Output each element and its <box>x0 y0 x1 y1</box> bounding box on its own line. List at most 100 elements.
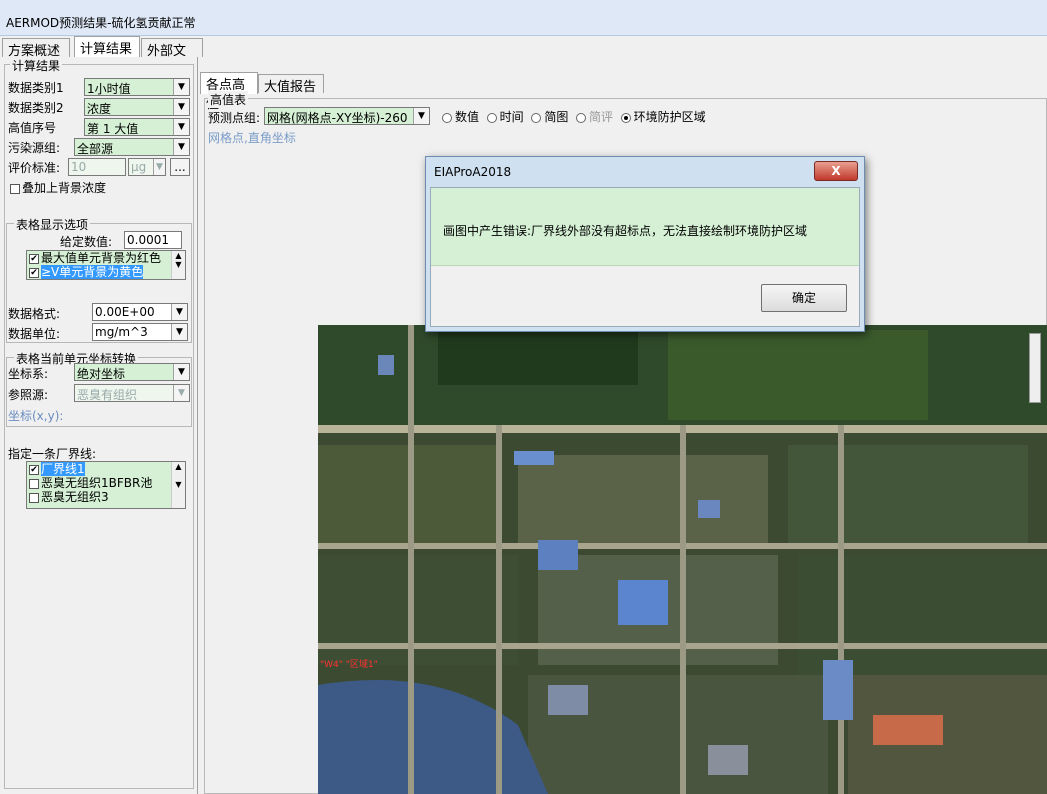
checkbox-checked-icon: ✔ <box>29 253 39 264</box>
radio-icon <box>486 112 497 123</box>
list-scrollbar[interactable]: ▲ ▼ <box>171 462 185 508</box>
data-category2-value: 浓度 <box>87 102 112 116</box>
eval-standard-value: 10 <box>71 160 87 174</box>
chevron-down-icon: ▼ <box>173 364 189 380</box>
checkbox-icon <box>29 478 39 489</box>
grid-subtitle: 网格点,直角坐标 <box>208 131 296 145</box>
data-format-value: 0.00E+00 <box>95 305 155 319</box>
satellite-map[interactable]: "W4" "区域1" <box>318 325 1047 794</box>
data-category1-value: 1小时值 <box>87 82 131 96</box>
chevron-down-icon: ▼ <box>173 385 189 401</box>
prediction-group-label: 预测点组: <box>208 111 261 125</box>
coord-xy-label: 坐标(x,y): <box>8 409 64 423</box>
color-options-list[interactable]: ✔ 最大值单元背景为红色 ✔ ≥V单元背景为黄色 ▲ ▼ <box>26 250 186 280</box>
tab-overview[interactable]: 方案概述 <box>2 38 70 59</box>
map-label: "W4" "区域1" <box>320 658 378 670</box>
dialog-message-area: 画图中产生错误:厂界线外部没有超标点，无法直接绘制环境防护区域 <box>431 188 859 266</box>
chevron-down-icon: ▼ <box>173 79 189 95</box>
dialog-titlebar: EIAProA2018 X <box>426 157 864 187</box>
checkbox-icon <box>10 183 20 194</box>
eval-more-label: ... <box>174 160 186 174</box>
chevron-down-icon: ▼ <box>171 324 187 340</box>
chevron-down-icon: ▼ <box>413 108 429 124</box>
close-button[interactable]: X <box>814 161 858 181</box>
high-table-title: 高值表 <box>208 91 249 108</box>
checkbox-checked-icon: ✔ <box>29 464 39 475</box>
given-value-input[interactable]: 0.0001 <box>124 231 182 249</box>
error-dialog: EIAProA2018 X 画图中产生错误:厂界线外部没有超标点，无法直接绘制环… <box>425 156 865 332</box>
eval-unit-value: μg <box>131 160 147 174</box>
chevron-down-icon: ▼ <box>173 99 189 115</box>
data-category2-select[interactable]: 浓度 ▼ <box>84 98 190 116</box>
list-item[interactable]: ✔ 最大值单元背景为红色 <box>27 251 185 265</box>
ref-source-value: 恶臭有组织 <box>77 388 138 402</box>
data-format-select[interactable]: 0.00E+00 ▼ <box>92 303 188 321</box>
given-value-text: 0.0001 <box>127 233 169 247</box>
radio-checked-icon <box>620 112 631 123</box>
chevron-down-icon: ▼ <box>173 139 189 155</box>
coord-system-label: 坐标系: <box>8 367 49 381</box>
data-unit-value: mg/m^3 <box>95 325 148 339</box>
source-group-select[interactable]: 全部源 ▼ <box>74 138 190 156</box>
tab-external-files[interactable]: 外部文件 <box>141 38 203 78</box>
boundary-list[interactable]: ✔ 厂界线1 恶臭无组织1BFBR池 恶臭无组织3 ▲ ▼ <box>26 461 186 509</box>
high-rank-select[interactable]: 第 1 大值 ▼ <box>84 118 190 136</box>
table-display-title: 表格显示选项 <box>14 216 91 233</box>
background-checkbox-label: 叠加上背景浓度 <box>22 181 107 195</box>
window-title: AERMOD预测结果-硫化氢贡献正常 <box>6 16 196 30</box>
tab-high-report[interactable]: 大值报告 <box>258 74 324 95</box>
list-item[interactable]: ✔ ≥V单元背景为黄色 <box>27 265 185 279</box>
view-mode-radios: 数值 时间 简图 简评 环境防护区域 <box>442 108 706 125</box>
window-titlebar: AERMOD预测结果-硫化氢贡献正常 <box>0 0 1047 36</box>
radio-sketch[interactable]: 简图 <box>531 110 568 124</box>
eval-more-button[interactable]: ... <box>170 158 190 176</box>
left-panel: 计算结果 数据类别1 1小时值 ▼ 数据类别2 浓度 ▼ 高值序号 第 1 大值 ▼ … <box>0 57 198 794</box>
list-item[interactable]: ✔ 厂界线1 <box>27 462 185 476</box>
high-rank-label: 高值序号 <box>8 121 57 135</box>
coord-system-select[interactable]: 绝对坐标 ▼ <box>74 363 190 381</box>
list-item[interactable]: 恶臭无组织3 <box>27 490 185 504</box>
zoom-slider[interactable] <box>1029 333 1041 403</box>
data-unit-label: 数据单位: <box>8 327 61 341</box>
chevron-down-icon: ▼ <box>171 304 187 320</box>
ref-source-label: 参照源: <box>8 388 49 402</box>
close-icon: X <box>831 164 841 178</box>
data-unit-select[interactable]: mg/m^3 ▼ <box>92 323 188 341</box>
data-category2-label: 数据类别2 <box>8 101 64 115</box>
given-value-label: 给定数值: <box>60 235 113 249</box>
eval-unit-select[interactable]: μg ▼ <box>128 158 166 176</box>
checkbox-checked-icon: ✔ <box>29 267 39 278</box>
checkbox-icon <box>29 492 39 503</box>
chevron-down-icon: ▼ <box>153 159 165 175</box>
source-group-value: 全部源 <box>77 142 114 156</box>
prediction-group-value: 网格(网格点-XY坐标)-260 <box>267 111 408 125</box>
satellite-image: "W4" "区域1" <box>318 325 1047 794</box>
radio-value[interactable]: 数值 <box>442 110 479 124</box>
background-checkbox[interactable]: 叠加上背景浓度 <box>10 179 106 196</box>
radio-time[interactable]: 时间 <box>486 110 524 124</box>
ok-button[interactable]: 确定 <box>761 284 847 312</box>
radio-icon <box>575 112 586 123</box>
prediction-group-select[interactable]: 网格(网格点-XY坐标)-260 ▼ <box>264 107 430 125</box>
radio-icon <box>442 112 452 123</box>
list-item[interactable]: 恶臭无组织1BFBR池 <box>27 476 185 490</box>
dialog-title: EIAProA2018 <box>434 165 512 179</box>
radio-review[interactable]: 简评 <box>575 110 613 124</box>
results-group-title: 计算结果 <box>10 57 63 74</box>
coord-system-value: 绝对坐标 <box>77 367 126 381</box>
radio-protection-zone[interactable]: 环境防护区域 <box>620 110 706 124</box>
list-scrollbar[interactable]: ▲ ▼ <box>171 251 185 279</box>
data-category1-select[interactable]: 1小时值 ▼ <box>84 78 190 96</box>
high-rank-value: 第 1 大值 <box>87 122 139 136</box>
chevron-down-icon: ▼ <box>173 119 189 135</box>
tab-results[interactable]: 计算结果 <box>74 36 140 58</box>
data-category1-label: 数据类别1 <box>8 81 64 95</box>
boundary-label: 指定一条厂界线: <box>8 447 97 461</box>
eval-standard-input[interactable]: 10 <box>68 158 126 176</box>
source-group-label: 污染源组: <box>8 141 61 155</box>
dialog-message: 画图中产生错误:厂界线外部没有超标点，无法直接绘制环境防护区域 <box>443 224 808 238</box>
dialog-body: 画图中产生错误:厂界线外部没有超标点，无法直接绘制环境防护区域 确定 <box>430 187 860 327</box>
data-format-label: 数据格式: <box>8 307 61 321</box>
ref-source-select[interactable]: 恶臭有组织 ▼ <box>74 384 190 402</box>
eval-standard-label: 评价标准: <box>8 161 61 175</box>
